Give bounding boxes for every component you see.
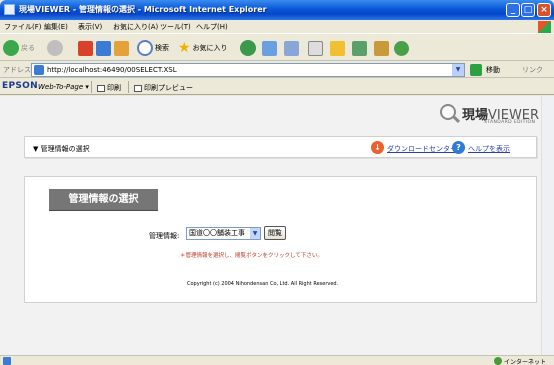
preview-icon	[134, 84, 142, 92]
download-center-link[interactable]: ダウンロードセンター	[387, 144, 457, 154]
edit-button[interactable]	[330, 38, 345, 58]
address-url: http://localhost:46490/00SELECT.XSL	[47, 66, 177, 74]
favorites-button[interactable]: ★ お気に入り	[178, 38, 228, 58]
menu-help[interactable]: ヘルプ(H)	[196, 22, 228, 32]
printer-icon	[308, 40, 323, 56]
menu-favorites[interactable]: お気に入り(A)	[113, 22, 158, 32]
help-link[interactable]: ヘルプを表示	[468, 144, 510, 154]
forward-button[interactable]	[47, 38, 63, 58]
home-button[interactable]	[114, 38, 129, 58]
research-button[interactable]	[374, 38, 389, 58]
epson-logo: EPSON	[2, 81, 38, 91]
instruction-text: ＊管理情報を選択し、閲覧ボタンをクリックして下さい。	[180, 253, 323, 259]
windows-logo-icon	[538, 21, 551, 33]
page-icon	[34, 65, 44, 75]
mail-button[interactable]	[284, 38, 299, 58]
title-bar: 現場VIEWER - 管理情報の選択 - Microsoft Internet …	[0, 0, 554, 20]
search-icon	[137, 40, 153, 56]
address-input[interactable]: http://localhost:46490/00SELECT.XSL ▼	[31, 63, 465, 77]
window-title: 現場VIEWER - 管理情報の選択 - Microsoft Internet …	[19, 5, 267, 14]
section-title: 管理情報の選択	[49, 189, 158, 211]
media-icon	[240, 40, 256, 56]
research-icon	[374, 40, 389, 56]
management-info-label: 管理情報:	[149, 232, 180, 240]
mail-icon	[284, 40, 299, 56]
help-icon[interactable]: ?	[452, 141, 465, 154]
menu-edit[interactable]: 編集(E)	[44, 22, 68, 32]
go-button[interactable]: 移動	[486, 65, 500, 75]
toolbar-divider	[91, 81, 92, 93]
close-button[interactable]: ×	[537, 3, 551, 17]
download-icon[interactable]: ↓	[371, 141, 384, 154]
page-title: ▼ 管理情報の選択	[33, 145, 90, 153]
messenger-button[interactable]	[394, 38, 409, 58]
search-button[interactable]: 検索	[137, 38, 169, 58]
ie-page-icon	[4, 4, 15, 15]
security-zone-label: インターネット	[504, 359, 547, 365]
stop-icon	[78, 40, 93, 56]
vertical-scrollbar[interactable]	[541, 96, 554, 355]
messenger-icon	[394, 40, 409, 56]
stop-button[interactable]	[78, 38, 93, 58]
back-arrow-icon	[3, 40, 19, 56]
menu-bar: ファイル(F) 編集(E) 表示(V) お気に入り(A) ツール(T) ヘルプ(…	[0, 20, 554, 34]
page-status-icon	[3, 357, 11, 365]
view-button[interactable]: 閲覧	[264, 226, 286, 240]
internet-zone-icon	[494, 357, 502, 365]
epson-preview-button[interactable]: 印刷プレビュー	[134, 83, 193, 93]
refresh-icon	[96, 40, 111, 56]
copyright-text: Copyright (c) 2004 Nihondensan Co, Ltd. …	[187, 281, 339, 287]
page-content: 現場VIEWER STANDARD EDITION ▼ 管理情報の選択 ↓ ダウ…	[0, 96, 541, 355]
print-button[interactable]	[308, 38, 323, 58]
standard-toolbar: 戻る 検索 ★ お気に入り	[0, 35, 554, 61]
chevron-down-icon[interactable]: ▼	[452, 64, 464, 76]
management-info-select[interactable]: 国道〇〇舗装工事 ▼	[186, 227, 261, 240]
menu-file[interactable]: ファイル(F)	[4, 22, 42, 32]
back-button[interactable]: 戻る	[3, 38, 35, 58]
links-button[interactable]: リンク	[522, 65, 543, 75]
page-header: ▼ 管理情報の選択 ↓ ダウンロードセンター ? ヘルプを表示	[24, 136, 537, 158]
minimize-button[interactable]: _	[506, 3, 520, 17]
refresh-button[interactable]	[96, 38, 111, 58]
web-to-page-button[interactable]: Web-To-Page ▾	[38, 83, 89, 91]
selection-panel: 管理情報の選択 管理情報: 国道〇〇舗装工事 ▼ 閲覧 ＊管理情報を選択し、閲覧…	[24, 176, 537, 303]
menu-tools[interactable]: ツール(T)	[160, 22, 191, 32]
history-button[interactable]	[262, 38, 277, 58]
status-bar: インターネット	[0, 355, 554, 365]
media-button[interactable]	[240, 38, 256, 58]
epson-print-button[interactable]: 印刷	[97, 83, 121, 93]
discuss-button[interactable]	[352, 38, 367, 58]
printer-icon	[97, 84, 105, 92]
home-icon	[114, 40, 129, 56]
star-icon: ★	[178, 40, 191, 56]
menu-view[interactable]: 表示(V)	[78, 22, 102, 32]
go-arrow-icon[interactable]	[470, 64, 482, 76]
logo-edition: STANDARD EDITION	[484, 120, 536, 125]
genba-viewer-logo: 現場VIEWER STANDARD EDITION	[440, 102, 540, 128]
epson-toolbar: EPSON Web-To-Page ▾ 印刷 印刷プレビュー	[0, 79, 554, 95]
forward-arrow-icon	[47, 40, 63, 56]
discuss-icon	[352, 40, 367, 56]
edit-icon	[330, 40, 345, 56]
address-bar: アドレス(D) http://localhost:46490/00SELECT.…	[0, 62, 554, 78]
chevron-down-icon[interactable]: ▼	[250, 228, 260, 239]
toolbar-divider	[128, 81, 129, 93]
maximize-button[interactable]: □	[521, 3, 535, 17]
history-icon	[262, 40, 277, 56]
